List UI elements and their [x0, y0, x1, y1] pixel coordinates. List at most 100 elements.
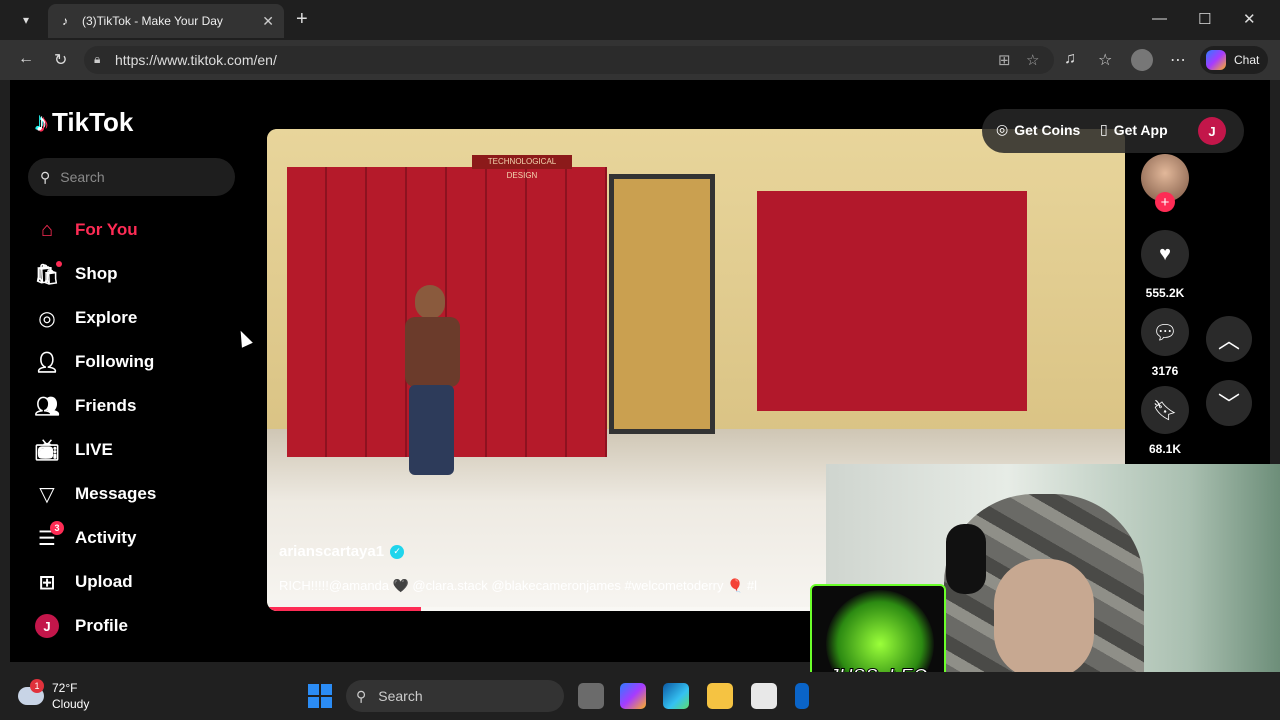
microsoft-store-icon[interactable]	[751, 683, 777, 709]
comment-count: 3176	[1151, 364, 1179, 378]
search-input[interactable]: ⚲ Search	[28, 158, 235, 196]
users-icon: 👥︎	[34, 395, 60, 418]
sidebar-item-label: Friends	[75, 396, 137, 415]
compass-icon: ◎	[38, 307, 56, 330]
windows-taskbar: 1 72°F Cloudy ⚲ Search	[0, 672, 1280, 720]
tiktok-logo-icon: ♪	[35, 107, 48, 137]
profile-avatar[interactable]: J	[1198, 117, 1226, 145]
follow-plus-icon[interactable]: +	[1155, 192, 1175, 212]
home-icon: ⌂	[40, 218, 54, 241]
close-tab-icon[interactable]: ✕	[262, 13, 274, 30]
previous-video-button[interactable]: ︿	[1206, 316, 1252, 362]
comment-icon: 💬︎	[1152, 321, 1178, 344]
sidebar-item-label: Activity	[75, 528, 137, 547]
headset-icon	[946, 524, 986, 594]
get-app-button[interactable]: ▯ Get App	[1100, 121, 1168, 138]
chevron-down-icon: ﹀	[1217, 392, 1240, 417]
like-button[interactable]: ♥	[1141, 230, 1189, 278]
url-text[interactable]: https://www.tiktok.com/en/	[115, 52, 277, 68]
coin-icon: ◎	[996, 121, 1009, 137]
sidebar-item-label: Shop	[75, 264, 118, 283]
verified-badge-icon: ✓	[390, 544, 405, 559]
logo-text: TikTok	[52, 107, 134, 137]
task-view-icon[interactable]	[578, 683, 604, 709]
sidebar-item-label: Messages	[75, 484, 157, 503]
bookmark-icon: 🔖︎	[1152, 399, 1178, 422]
plus-square-icon: ⊞	[38, 571, 56, 594]
activity-badge: 3	[50, 521, 64, 535]
sidebar-item-friends[interactable]: 👥︎ Friends	[32, 388, 222, 424]
activity-icon: ☰ 3	[32, 521, 64, 553]
browser-nav-bar: ← ↻ 🔒︎ https://www.tiktok.com/en/ ⊞ ☆ ♫ …	[0, 40, 1280, 80]
cloud-icon: 1	[18, 679, 44, 705]
maximize-button[interactable]: ☐	[1198, 10, 1211, 28]
weather-widget[interactable]: 1 72°F Cloudy	[18, 679, 89, 712]
search-icon: ⚲	[40, 168, 51, 185]
tiktok-logo[interactable]: ♪ TikTok	[35, 107, 133, 138]
profile-avatar-icon[interactable]	[1131, 49, 1153, 71]
video-progress-fill	[267, 607, 422, 611]
browser-tab-active[interactable]: ♪ (3)TikTok - Make Your Day ✕	[48, 4, 284, 38]
sidebar-item-profile[interactable]: J Profile	[32, 608, 222, 644]
phone-icon: ▯	[1100, 121, 1108, 137]
lock-icon[interactable]: 🔒︎	[94, 52, 106, 66]
copilot-chat-button[interactable]: Chat	[1200, 46, 1268, 74]
search-icon: ⚲	[356, 687, 367, 704]
video-username[interactable]: arianscartaya1 ✓	[279, 543, 405, 560]
save-button[interactable]: 🔖︎	[1141, 386, 1189, 434]
sidebar-item-for-you[interactable]: ⌂ For You	[32, 212, 222, 248]
favorites-icon[interactable]: ☆	[1098, 50, 1112, 70]
sidebar-item-live[interactable]: 📺︎ LIVE	[32, 432, 222, 468]
sidebar-item-shop[interactable]: 🛍︎ Shop	[32, 256, 222, 292]
avatar-icon: J	[32, 611, 62, 641]
sidebar-item-explore[interactable]: ◎ Explore	[32, 300, 222, 336]
user-add-icon: 👤︎	[34, 351, 60, 374]
save-count: 68.1K	[1148, 442, 1182, 456]
like-count: 555.2K	[1145, 286, 1185, 300]
heart-icon: ♥	[1159, 242, 1171, 265]
video-frame-lockers	[757, 191, 1027, 411]
tiktok-favicon-icon: ♪	[62, 14, 68, 28]
sidebar-item-label: For You	[75, 220, 138, 239]
refresh-icon[interactable]: ↻	[54, 50, 67, 70]
mouse-cursor-icon	[235, 328, 253, 348]
browser-tab-bar: ▾ ♪ (3)TikTok - Make Your Day ✕ + — ☐ ✕	[0, 0, 1280, 40]
weather-temperature: 72°F	[52, 681, 78, 695]
sidebar-item-activity[interactable]: ☰ 3 Activity	[32, 520, 222, 556]
edge-browser-icon[interactable]	[663, 683, 689, 709]
sidebar-item-label: Upload	[75, 572, 133, 591]
minimize-button[interactable]: —	[1152, 10, 1167, 27]
favorite-star-icon[interactable]: ☆	[1026, 51, 1039, 69]
video-sign: TECHNOLOGICAL DESIGN	[472, 155, 572, 180]
video-caption[interactable]: RICH!!!!!@amanda 🖤 @clara.stack @blakeca…	[279, 578, 757, 594]
send-icon: ▽	[39, 483, 55, 506]
sidebar-item-label: LIVE	[75, 440, 113, 459]
new-tab-button[interactable]: +	[296, 9, 308, 29]
get-coins-button[interactable]: ◎ Get Coins	[996, 121, 1080, 138]
app-available-icon[interactable]: ⊞	[998, 51, 1011, 69]
address-bar[interactable]: 🔒︎ https://www.tiktok.com/en/ ⊞ ☆	[84, 46, 1054, 74]
copilot-icon[interactable]	[620, 683, 646, 709]
read-aloud-icon[interactable]: ♫	[1064, 50, 1076, 68]
shopping-bag-icon: 🛍︎	[32, 259, 62, 289]
file-explorer-icon[interactable]	[707, 683, 733, 709]
top-actions-bar: ◎ Get Coins ▯ Get App J	[982, 109, 1244, 153]
sidebar-item-label: Following	[75, 352, 155, 371]
comment-button[interactable]: 💬︎	[1141, 308, 1189, 356]
next-video-button[interactable]: ﹀	[1206, 380, 1252, 426]
search-placeholder: Search	[60, 169, 105, 185]
sidebar-item-messages[interactable]: ▽ Messages	[32, 476, 222, 512]
video-frame-door	[609, 174, 715, 434]
more-menu-icon[interactable]: ⋯	[1170, 50, 1186, 70]
live-tv-icon: 📺︎	[34, 439, 60, 462]
outlook-icon[interactable]	[795, 683, 809, 709]
tab-list-button[interactable]: ▾	[12, 8, 40, 32]
start-button[interactable]	[308, 684, 332, 708]
sidebar-item-following[interactable]: 👤︎ Following	[32, 344, 222, 380]
sidebar-item-upload[interactable]: ⊞ Upload	[32, 564, 222, 600]
close-window-button[interactable]: ✕	[1243, 10, 1256, 28]
taskbar-search[interactable]: ⚲ Search	[346, 680, 564, 712]
copilot-icon	[1206, 50, 1226, 70]
sidebar-item-label: Explore	[75, 308, 138, 327]
back-arrow-icon[interactable]: ←	[18, 50, 34, 68]
